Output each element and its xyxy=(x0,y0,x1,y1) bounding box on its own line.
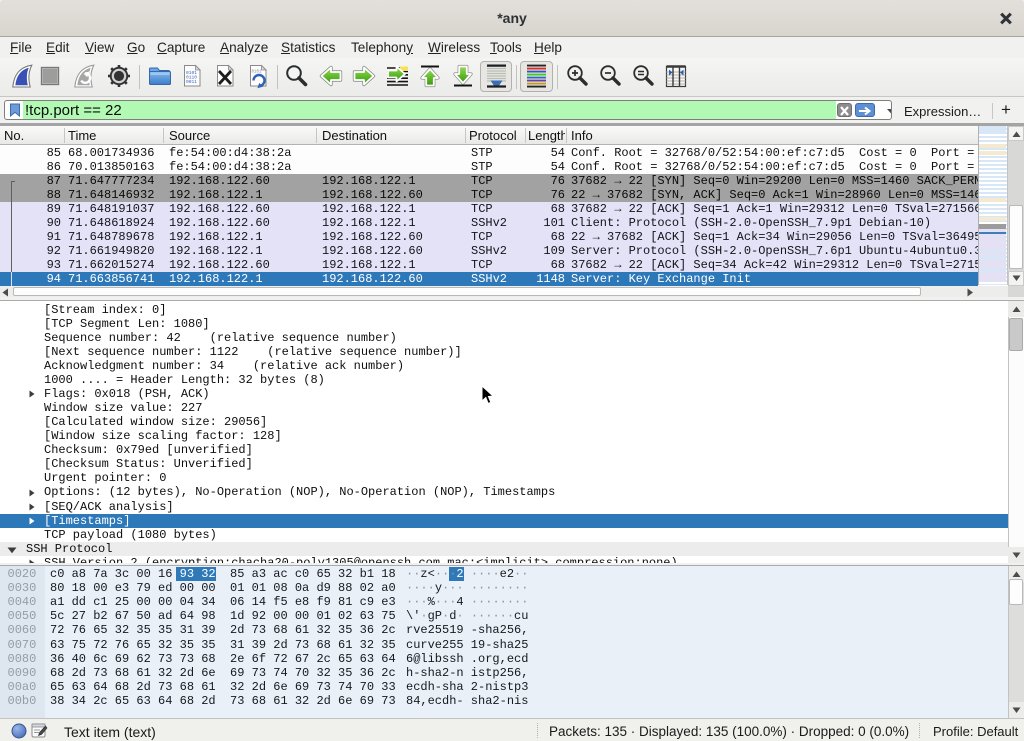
svg-text:0011: 0011 xyxy=(186,79,197,85)
svg-text:0101: 0101 xyxy=(252,71,263,75)
